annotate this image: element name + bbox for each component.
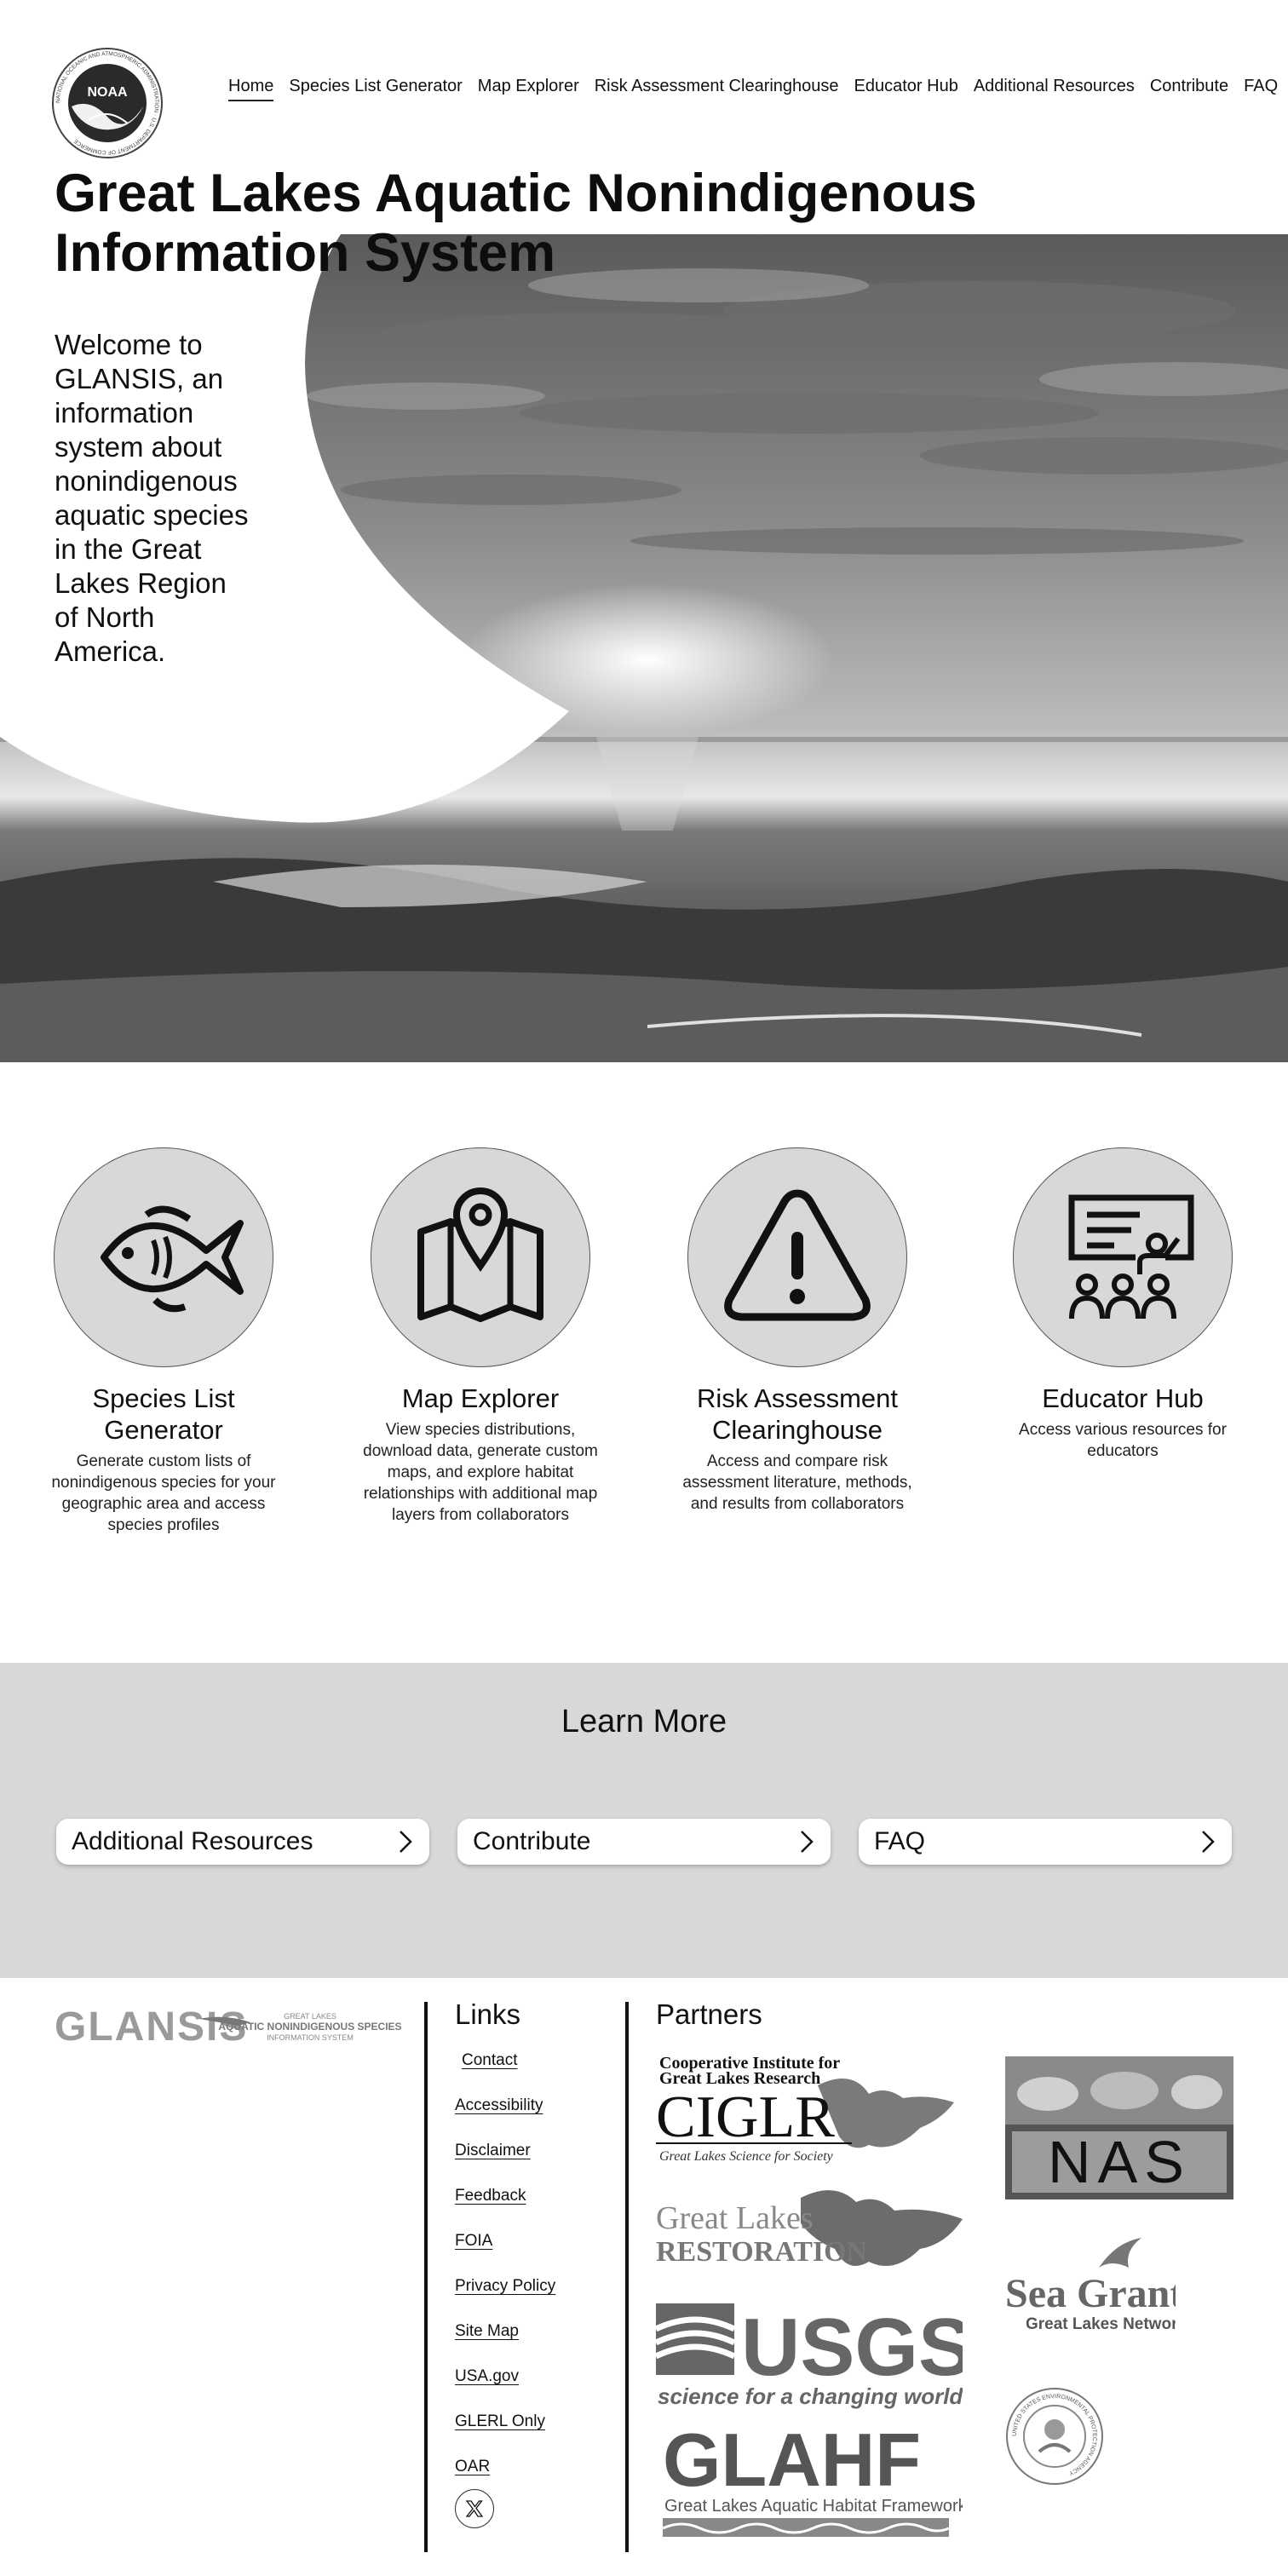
fish-icon: [101, 1205, 244, 1313]
footer-link-disclaimer[interactable]: Disclaimer: [455, 2128, 555, 2173]
feature-title[interactable]: Risk Assessment Clearinghouse: [670, 1383, 925, 1446]
nav-additional-resources[interactable]: Additional Resources: [974, 77, 1135, 101]
feature-title[interactable]: Educator Hub: [995, 1383, 1251, 1414]
partners-heading: Partners: [656, 1998, 762, 2030]
nav-contribute[interactable]: Contribute: [1150, 77, 1228, 101]
map-icon: [417, 1187, 543, 1322]
learn-more-heading: Learn More: [561, 1704, 727, 1739]
nas-logo[interactable]: NAS: [1005, 2056, 1233, 2204]
svg-text:INFORMATION SYSTEM: INFORMATION SYSTEM: [267, 2033, 354, 2042]
epa-seal[interactable]: UNITED STATES ENVIRONMENTAL PROTECTION A…: [1005, 2387, 1104, 2490]
feature-description: View species distributions, download dat…: [363, 1421, 598, 1524]
svg-text:science for a changing world: science for a changing world: [658, 2383, 963, 2409]
footer-link-feedback[interactable]: Feedback: [455, 2173, 555, 2218]
chevron-right-icon: [1202, 1831, 1215, 1853]
footer-link-contact[interactable]: Contact: [462, 2038, 555, 2083]
svg-text:USGS: USGS: [741, 2302, 963, 2393]
footer-link-privacy-policy[interactable]: Privacy Policy: [455, 2263, 555, 2309]
svg-text:Sea Grant: Sea Grant: [1005, 2271, 1176, 2316]
feature-description: Access and compare risk assessment liter…: [682, 1452, 912, 1513]
svg-text:Great Lakes Science for Societ: Great Lakes Science for Society: [659, 2149, 834, 2164]
learn-more-section: Learn More Additional Resources Contribu…: [0, 1663, 1288, 1978]
feature-description: Generate custom lists of nonindigenous s…: [51, 1452, 276, 1534]
nav-home[interactable]: Home: [228, 77, 274, 101]
feature-educator-hub[interactable]: Educator Hub Access various resources fo…: [995, 1147, 1251, 1462]
svg-text:GREAT LAKES: GREAT LAKES: [284, 2012, 336, 2021]
chevron-right-icon: [400, 1831, 412, 1853]
classroom-icon: [1068, 1194, 1194, 1320]
glansis-logo[interactable]: GLANSIS GREAT LAKES AQUATIC NONINDIGENOU…: [55, 2002, 421, 2057]
feature-map-explorer[interactable]: Map Explorer View species distributions,…: [353, 1147, 608, 1526]
svg-text:CIGLR: CIGLR: [656, 2084, 835, 2150]
welcome-text: Welcome to GLANSIS, an information syste…: [55, 329, 249, 667]
feature-title[interactable]: Species List Generator: [36, 1383, 291, 1446]
nav-faq[interactable]: FAQ: [1244, 77, 1278, 101]
svg-text:NAS: NAS: [1048, 2129, 1191, 2195]
footer-link-foia[interactable]: FOIA: [455, 2218, 555, 2263]
feature-circle[interactable]: [371, 1147, 590, 1367]
feature-species-list[interactable]: Species List Generator Generate custom l…: [36, 1147, 291, 1536]
sea-grant-logo[interactable]: Sea Grant Great Lakes Network: [1005, 2234, 1187, 2357]
svg-text:GLAHF: GLAHF: [663, 2418, 921, 2502]
svg-text:AQUATIC NONINDIGENOUS SPECIES: AQUATIC NONINDIGENOUS SPECIES: [218, 2021, 401, 2033]
links-heading: Links: [455, 1998, 521, 2030]
footer-link-glerl-only[interactable]: GLERL Only: [455, 2399, 555, 2444]
button-label: FAQ: [874, 1827, 926, 1855]
svg-text:Great Lakes Aquatic Habitat Fr: Great Lakes Aquatic Habitat Framework: [664, 2497, 963, 2516]
svg-text:Great Lakes: Great Lakes: [656, 2200, 814, 2236]
main-nav: Home Species List Generator Map Explorer…: [228, 77, 1278, 101]
footer-divider: [424, 2002, 428, 2552]
svg-text:Great Lakes Network: Great Lakes Network: [1026, 2315, 1176, 2333]
feature-circle[interactable]: [54, 1147, 273, 1367]
feature-cards: Species List Generator Generate custom l…: [0, 1147, 1288, 1624]
button-label: Additional Resources: [72, 1827, 313, 1855]
footer-divider: [625, 2002, 629, 2552]
contribute-button[interactable]: Contribute: [457, 1819, 831, 1865]
feature-description: Access various resources for educators: [1019, 1421, 1227, 1460]
usgs-logo[interactable]: USGS science for a changing world: [654, 2293, 973, 2417]
nav-educator-hub[interactable]: Educator Hub: [854, 77, 958, 101]
nav-risk-assessment[interactable]: Risk Assessment Clearinghouse: [595, 77, 839, 101]
footer-link-accessibility[interactable]: Accessibility: [455, 2083, 555, 2128]
footer: GLANSIS GREAT LAKES AQUATIC NONINDIGENOU…: [0, 1978, 1288, 2576]
noaa-logo[interactable]: NOAA NATIONAL OCEANIC AND ATMOSPHERIC AD…: [51, 47, 164, 159]
svg-text:RESTORATION: RESTORATION: [656, 2236, 868, 2268]
ciglr-logo[interactable]: Cooperative Institute for Great Lakes Re…: [656, 2051, 963, 2183]
nav-species-list-generator[interactable]: Species List Generator: [289, 77, 462, 101]
additional-resources-button[interactable]: Additional Resources: [56, 1819, 429, 1865]
faq-button[interactable]: FAQ: [859, 1819, 1232, 1865]
feature-circle[interactable]: [687, 1147, 907, 1367]
feature-risk-assessment[interactable]: Risk Assessment Clearinghouse Access and…: [670, 1147, 925, 1515]
feature-circle[interactable]: [1013, 1147, 1233, 1367]
feature-title[interactable]: Map Explorer: [353, 1383, 608, 1414]
glahf-logo[interactable]: GLAHF Great Lakes Aquatic Habitat Framew…: [656, 2418, 968, 2550]
warning-icon: [724, 1189, 871, 1321]
x-twitter-icon[interactable]: [455, 2489, 494, 2528]
footer-link-oar[interactable]: OAR: [455, 2444, 555, 2489]
footer-links: Contact Accessibility Disclaimer Feedbac…: [455, 2038, 555, 2489]
chevron-right-icon: [801, 1831, 814, 1853]
nav-map-explorer[interactable]: Map Explorer: [478, 77, 579, 101]
footer-link-site-map[interactable]: Site Map: [455, 2309, 555, 2354]
page-title: Great Lakes Aquatic Nonindigenous Inform…: [55, 164, 977, 283]
button-label: Contribute: [473, 1827, 591, 1855]
footer-link-usa-gov[interactable]: USA.gov: [455, 2354, 555, 2399]
noaa-logo-text: NOAA: [87, 85, 128, 100]
great-lakes-restoration-logo[interactable]: Great Lakes RESTORATION: [656, 2181, 971, 2287]
